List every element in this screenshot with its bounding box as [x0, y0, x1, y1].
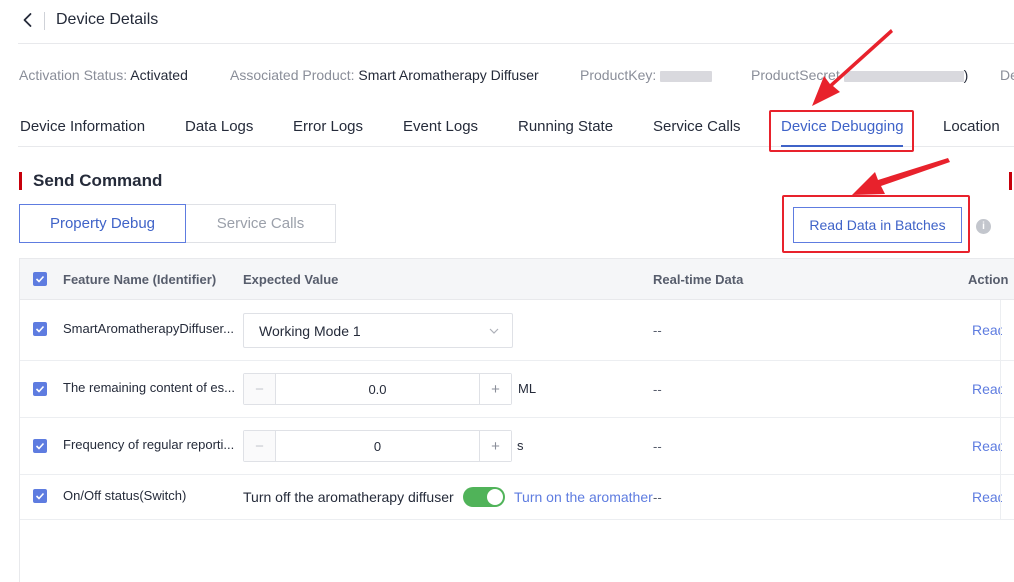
select-all-checkbox[interactable] — [33, 272, 47, 286]
back-arrow-icon[interactable] — [18, 10, 38, 30]
header-divider-line — [18, 43, 1014, 44]
row-checkbox[interactable] — [33, 382, 47, 396]
right-section-bar — [1009, 172, 1012, 190]
annotation-arrow-2 — [852, 158, 950, 195]
tab-device-information[interactable]: Device Information — [20, 118, 145, 135]
row-divider — [20, 519, 1014, 520]
chevron-down-icon — [489, 328, 499, 334]
header-expected-value: Expected Value — [243, 272, 339, 287]
header-realtime-data: Real-time Data — [653, 272, 744, 287]
checkmark-icon — [35, 385, 45, 393]
report-frequency-stepper[interactable]: − 0 + — [243, 430, 512, 462]
action-column-divider — [1000, 300, 1001, 519]
realtime-data-cell: -- — [653, 382, 662, 397]
switch-on-label: Turn on the aromather — [514, 489, 653, 505]
activation-status-value: Activated — [130, 67, 188, 83]
working-mode-select[interactable]: Working Mode 1 — [243, 313, 513, 348]
feature-name-cell: The remaining content of es... — [63, 380, 235, 395]
select-value: Working Mode 1 — [259, 322, 361, 339]
header-feature-name: Feature Name (Identifier) — [63, 272, 217, 287]
read-link[interactable]: Read — [972, 438, 1002, 454]
read-link[interactable]: Read — [972, 381, 1002, 397]
row-divider — [20, 417, 1014, 418]
increment-button[interactable]: + — [479, 374, 511, 404]
associated-product-label: Associated Product: — [230, 67, 355, 83]
read-link[interactable]: Read — [972, 489, 1002, 505]
realtime-data-cell: -- — [653, 323, 662, 338]
on-off-switch[interactable] — [463, 487, 505, 507]
row-divider — [20, 474, 1014, 475]
tab-error-logs[interactable]: Error Logs — [293, 118, 363, 135]
product-secret-label: ProductSecret — [751, 67, 840, 83]
info-icon[interactable]: i — [976, 219, 991, 234]
property-table — [19, 258, 1014, 582]
row-checkbox[interactable] — [33, 439, 47, 453]
row-checkbox[interactable] — [33, 322, 47, 336]
row-divider — [20, 360, 1014, 361]
section-title-bar — [19, 172, 22, 190]
product-secret-redacted — [843, 70, 964, 82]
feature-name-cell: On/Off status(Switch) — [63, 488, 187, 503]
truncated-info-label: De — [1000, 67, 1014, 83]
tab-location[interactable]: Location — [943, 118, 1000, 135]
product-secret: ProductSecret ) — [751, 67, 968, 83]
feature-name-cell: Frequency of regular reporti... — [63, 437, 235, 452]
associated-product-value: Smart Aromatherapy Diffuser — [358, 67, 539, 83]
decrement-button[interactable]: − — [244, 374, 276, 404]
realtime-data-cell: -- — [653, 439, 662, 454]
activation-status-label: Activation Status: — [19, 67, 128, 83]
header-divider — [44, 12, 45, 30]
property-debug-tab[interactable]: Property Debug — [19, 204, 186, 243]
product-key: ProductKey: — [580, 67, 713, 83]
stepper-value[interactable]: 0 — [276, 431, 479, 461]
product-secret-tail: ) — [963, 67, 969, 83]
service-calls-segment[interactable]: Service Calls — [186, 204, 336, 243]
checkmark-icon — [35, 325, 45, 333]
row-checkbox[interactable] — [33, 489, 47, 503]
tab-device-debugging[interactable]: Device Debugging — [781, 118, 904, 135]
checkmark-icon — [35, 492, 45, 500]
unit-label: s — [517, 438, 524, 453]
associated-product: Associated Product: Smart Aromatherapy D… — [230, 67, 539, 83]
tab-event-logs[interactable]: Event Logs — [403, 118, 478, 135]
read-data-in-batches-button[interactable]: Read Data in Batches — [793, 207, 962, 243]
realtime-data-cell: -- — [653, 490, 662, 505]
decrement-button[interactable]: − — [244, 431, 276, 461]
activation-status: Activation Status: Activated — [19, 67, 188, 83]
header-action: Action — [968, 272, 1009, 287]
tab-running-state[interactable]: Running State — [518, 118, 613, 135]
tab-service-calls[interactable]: Service Calls — [653, 118, 741, 135]
switch-off-label: Turn off the aromatherapy diffuser — [243, 489, 454, 505]
product-key-redacted — [660, 70, 713, 82]
increment-button[interactable]: + — [479, 431, 511, 461]
product-key-label: ProductKey: — [580, 67, 657, 83]
checkmark-icon — [35, 442, 45, 450]
read-link[interactable]: Read — [972, 322, 1002, 338]
unit-label: ML — [518, 381, 537, 396]
switch-knob — [487, 489, 503, 505]
checkmark-icon — [35, 275, 45, 283]
active-tab-indicator — [781, 145, 903, 147]
stepper-value[interactable]: 0.0 — [276, 374, 479, 404]
section-title: Send Command — [33, 171, 163, 190]
feature-name-cell: SmartAromatherapyDiffuser... — [63, 321, 234, 336]
remaining-content-stepper[interactable]: − 0.0 + — [243, 373, 512, 405]
page-title: Device Details — [56, 11, 159, 28]
tab-data-logs[interactable]: Data Logs — [185, 118, 253, 135]
